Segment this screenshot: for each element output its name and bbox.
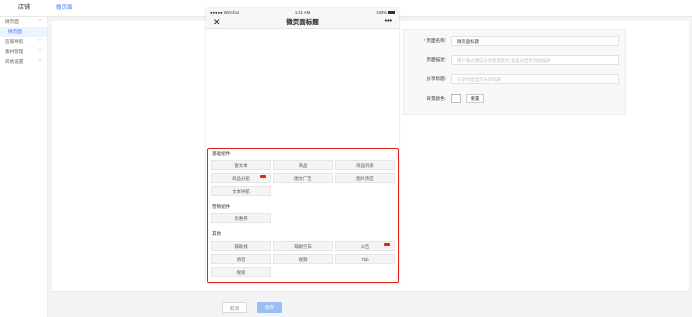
- component-label: 辅助线: [234, 244, 248, 249]
- group-title-other: 其他: [212, 231, 222, 236]
- sidebar-item-micropage[interactable]: 微页面 ﹀: [0, 17, 47, 27]
- component-label: 优惠券: [234, 216, 248, 221]
- sidebar-item-label: 微页面: [5, 19, 19, 24]
- share-title-label: 分享标题:: [426, 76, 446, 81]
- new-badge-icon: [260, 174, 266, 178]
- sidebar: 微页面 ﹀ 微页面 店铺导航 ﹀ 素材管理 ﹀ 风格设置 ﹀: [0, 17, 48, 317]
- component-label: 公告: [360, 244, 370, 249]
- sidebar-item-label: 风格设置: [5, 59, 24, 64]
- component-label: 文本导航: [232, 189, 250, 194]
- brand-title: 店铺: [17, 5, 30, 11]
- component-tab[interactable]: Tab: [335, 254, 395, 264]
- sidebar-item-shop-nav[interactable]: 店铺导航 ﹀: [0, 37, 47, 47]
- page-name-label: *页面名称:: [423, 38, 446, 43]
- component-label: Tab: [361, 257, 369, 262]
- component-voice[interactable]: 语音: [211, 254, 271, 264]
- component-label: 商品列表: [356, 163, 374, 168]
- phone-status-bar: ●●●●● WeChat 1:21 AM 100%: [206, 8, 399, 16]
- component-notice[interactable]: 公告: [335, 241, 395, 251]
- component-label: 富文本: [234, 163, 248, 168]
- component-text-nav[interactable]: 文本导航: [211, 186, 271, 196]
- page-desc-input[interactable]: 用户通过微信分享给朋友时,会自动显示页面描述: [451, 55, 619, 65]
- sidebar-item-style[interactable]: 风格设置 ﹀: [0, 57, 47, 67]
- component-goods-list[interactable]: 商品列表: [335, 160, 395, 170]
- group-title-marketing: 营销组件: [212, 204, 231, 209]
- component-divider[interactable]: 辅助线: [211, 241, 271, 251]
- component-goods-group[interactable]: 商品分组: [211, 173, 271, 183]
- component-label: 图片热区: [356, 176, 374, 181]
- chevron-down-icon: ﹀: [37, 19, 43, 24]
- component-goods[interactable]: 商品: [273, 160, 333, 170]
- share-title-input[interactable]: 分享时会显示分享标题: [451, 74, 619, 84]
- clock-label: 1:21 AM: [294, 10, 311, 15]
- component-label: 图文广告: [294, 176, 312, 181]
- component-label: 搜索: [236, 270, 246, 275]
- sidebar-item-label: 素材管理: [5, 49, 24, 54]
- page-settings-form: *页面名称: 微页面标题 页面描述: 用户通过微信分享给朋友时,会自动显示页面描…: [403, 29, 626, 115]
- bg-color-swatch[interactable]: [451, 94, 461, 103]
- component-search[interactable]: 搜索: [211, 267, 271, 277]
- page-desc-label: 页面描述:: [426, 57, 446, 62]
- component-label: 商品分组: [232, 176, 250, 181]
- chevron-down-icon: ﹀: [37, 59, 43, 64]
- sidebar-subitem-micropage[interactable]: 微页面: [0, 27, 47, 37]
- sidebar-item-label: 店铺导航: [5, 39, 24, 44]
- component-label: 视频: [298, 257, 308, 262]
- new-badge-icon: [384, 242, 390, 246]
- cancel-button[interactable]: 取消: [222, 302, 247, 313]
- component-label: 商品: [298, 163, 308, 168]
- component-blank[interactable]: 辅助空白: [273, 241, 333, 251]
- sidebar-item-label: 微页面: [8, 29, 22, 34]
- reset-button[interactable]: 重置: [466, 94, 484, 103]
- footer-divider: [52, 291, 689, 292]
- sidebar-item-materials[interactable]: 素材管理 ﹀: [0, 47, 47, 57]
- bg-color-label: 背景颜色:: [426, 96, 446, 101]
- component-rich-text[interactable]: 富文本: [211, 160, 271, 170]
- page-name-input[interactable]: 微页面标题: [451, 36, 619, 46]
- component-image-ad[interactable]: 图文广告: [273, 173, 333, 183]
- component-image-hotspot[interactable]: 图片热区: [335, 173, 395, 183]
- component-palette: 基础组件 富文本 商品 商品列表 商品分组 图文广告 图片热区 文本导航 营销组…: [207, 148, 399, 283]
- chevron-down-icon: ﹀: [37, 49, 43, 54]
- chevron-down-icon: ﹀: [37, 39, 43, 44]
- more-icon: •••: [384, 18, 392, 25]
- component-label: 语音: [236, 257, 246, 262]
- phone-nav-bar[interactable]: ✕ 微页面标题 •••: [206, 16, 399, 29]
- component-label: 辅助空白: [294, 244, 312, 249]
- battery-label: 100%: [376, 10, 387, 15]
- component-coupon[interactable]: 优惠券: [211, 213, 271, 223]
- group-title-basic: 基础组件: [212, 151, 231, 156]
- save-button[interactable]: 保存: [257, 302, 282, 313]
- page-title[interactable]: 微页面标题: [206, 16, 399, 29]
- battery-icon: [388, 10, 395, 14]
- breadcrumb[interactable]: 微页面: [56, 0, 73, 17]
- component-video[interactable]: 视频: [273, 254, 333, 264]
